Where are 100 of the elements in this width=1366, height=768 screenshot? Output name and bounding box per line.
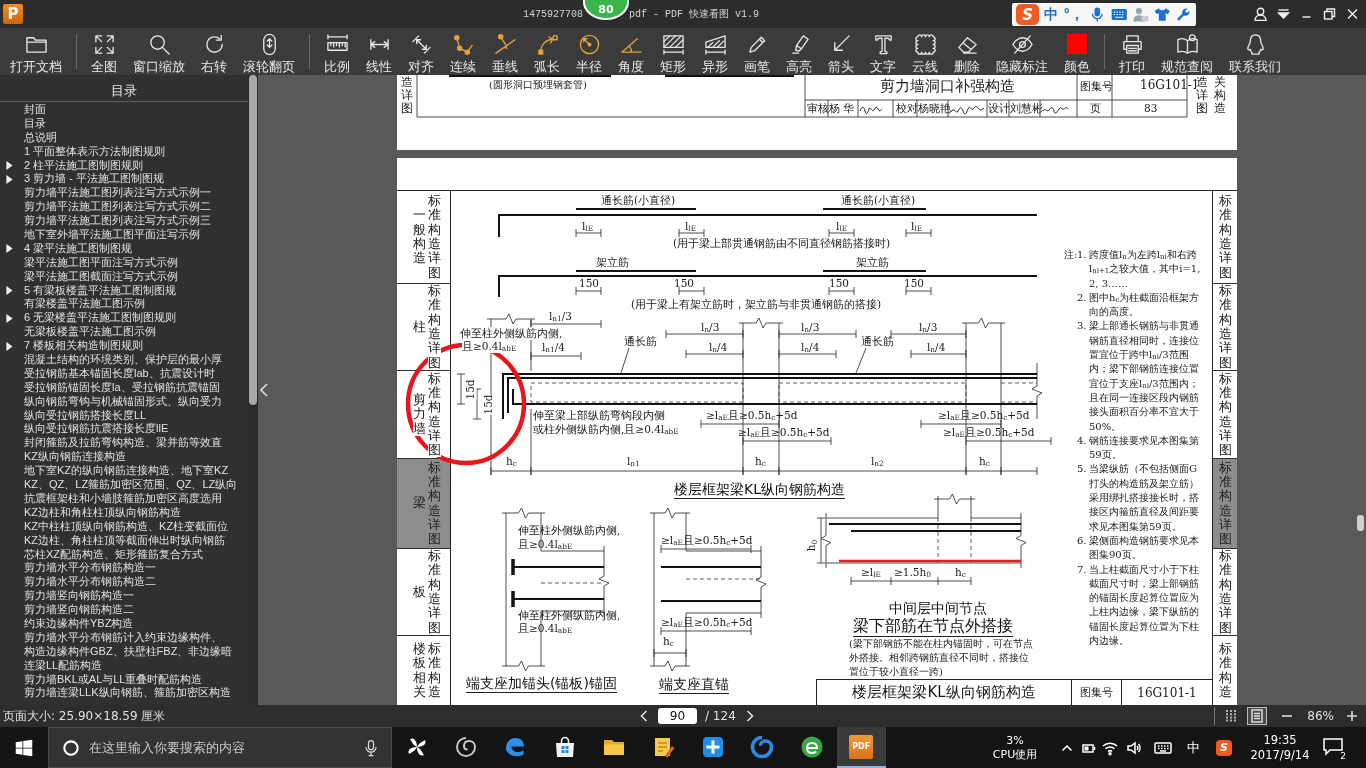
toolbar-button[interactable]: 规范查阅 bbox=[1153, 28, 1221, 75]
toolbar-button[interactable]: 右转 bbox=[193, 28, 235, 75]
outline-item[interactable]: 纵向钢筋弯钩与机械锚固形式、纵向受力 bbox=[0, 394, 248, 409]
outline-item[interactable]: 连梁LL配筋构造 bbox=[0, 658, 248, 673]
toolbar-button[interactable]: 画笔 bbox=[736, 28, 778, 75]
outline-item[interactable]: 混凝土结构的环境类别、保护层的最小厚 bbox=[0, 353, 248, 367]
toolbar-button[interactable]: 打开文档 bbox=[2, 28, 70, 75]
search-box[interactable]: 在这里输入你要搜索的内容 bbox=[48, 727, 392, 768]
outline-item[interactable]: 纵向受拉钢筋搭接长度LL bbox=[0, 408, 248, 423]
toolbar-button[interactable]: 半径 bbox=[568, 28, 610, 75]
outline-item[interactable]: 剪力墙平法施工图列表注写方式示例三 bbox=[0, 214, 248, 228]
outline-item[interactable]: 地下室外墙平法施工图平面注写示例 bbox=[0, 228, 248, 242]
outline-item[interactable]: KZ边柱、角柱柱顶等截面伸出时纵向钢筋 bbox=[0, 533, 248, 548]
outline-item[interactable]: 6 无梁楼盖平法施工图制图规则 bbox=[0, 311, 248, 326]
outline-item[interactable]: 梁平法施工图平面注写方式示例 bbox=[0, 255, 248, 270]
caret-right-icon[interactable] bbox=[6, 286, 13, 295]
toolbar-button[interactable]: 滚轮翻页 bbox=[235, 28, 303, 75]
cpu-label: CPU使用 bbox=[992, 747, 1038, 762]
outline-item[interactable]: KZ边柱和角柱柱顶纵向钢筋构造 bbox=[0, 505, 248, 520]
outline-item[interactable]: 4 梁平法施工图制图规 bbox=[0, 241, 248, 256]
signoff-role: 设计 bbox=[988, 102, 1010, 115]
outline-item[interactable]: 有梁楼盖平法施工图示例 bbox=[0, 297, 248, 312]
toolbar-button[interactable]: 高亮 bbox=[778, 28, 820, 75]
toolbar-button[interactable]: 删除 bbox=[946, 28, 988, 75]
toolbar-button[interactable]: 矩形 bbox=[652, 28, 694, 75]
toolbar-button[interactable]: 弧长 bbox=[526, 28, 568, 75]
outline-item[interactable]: 总说明 bbox=[0, 130, 248, 145]
notification-icon[interactable] bbox=[1323, 737, 1343, 756]
caret-right-icon[interactable] bbox=[6, 341, 13, 351]
outline-item[interactable]: 剪力墙平法施工图列表注写方式示例二 bbox=[0, 200, 248, 215]
toolbar-button[interactable]: 垂线 bbox=[484, 28, 526, 75]
toolbar-button[interactable]: 对齐 bbox=[400, 28, 442, 75]
outline-item[interactable]: 剪力墙BKL或AL与LL重叠时配筋构造 bbox=[0, 672, 248, 687]
outline-item[interactable]: KZ中柱柱顶纵向钢筋构造、KZ柱变截面位 bbox=[0, 519, 248, 534]
chevron-left-icon[interactable] bbox=[260, 383, 268, 397]
toolbar-button[interactable]: 连续 bbox=[442, 28, 484, 75]
wifi-icon[interactable] bbox=[1102, 739, 1118, 756]
outline-item[interactable]: 芯柱XZ配筋构造、矩形箍筋复合方式 bbox=[0, 547, 248, 562]
wrench-icon[interactable] bbox=[1175, 6, 1192, 23]
outline-item[interactable]: 梁平法施工图截面注写方式示例 bbox=[0, 269, 248, 284]
outline-item[interactable]: 封闭箍筋及拉筋弯钩构造、梁并筋等效直 bbox=[0, 436, 248, 451]
caret-right-icon[interactable] bbox=[6, 244, 13, 254]
outline-item[interactable]: 无梁板楼盖平法施工图示例 bbox=[0, 325, 248, 340]
next-page-icon[interactable] bbox=[745, 710, 754, 722]
outline-item[interactable]: KZ纵向钢筋连接构造 bbox=[0, 450, 248, 465]
toolbar-button[interactable]: 联系我们 bbox=[1221, 28, 1289, 75]
outline-item[interactable]: 约束边缘构件YBZ构造 bbox=[0, 616, 248, 631]
view-mode-button[interactable] bbox=[1247, 707, 1268, 725]
clock-date[interactable]: 2017/9/14 bbox=[1250, 747, 1310, 763]
microphone-icon[interactable] bbox=[1089, 6, 1106, 23]
outline-item[interactable]: 抗震框架柱和小墙肢箍筋加密区高度选用 bbox=[0, 491, 248, 506]
ime-mode[interactable]: 中 bbox=[1044, 5, 1059, 24]
toolbar-button[interactable]: 文字 bbox=[862, 28, 904, 75]
ime-mode[interactable]: 中 bbox=[1186, 738, 1200, 757]
toolbar-button[interactable]: 箭头 bbox=[820, 28, 862, 75]
toolbar-button[interactable]: 全图 bbox=[83, 28, 125, 75]
toolbar-button[interactable]: 打印 bbox=[1111, 28, 1153, 75]
speaker-icon[interactable] bbox=[1127, 740, 1141, 755]
outline-item[interactable]: 地下室KZ的纵向钢筋连接构造、地下室KZ bbox=[0, 464, 248, 479]
toolbar-button[interactable]: 比例 bbox=[316, 28, 358, 75]
windows-logo-icon[interactable] bbox=[15, 738, 33, 757]
toolbar-button[interactable]: 颜色 bbox=[1056, 28, 1098, 75]
clock-time[interactable]: 19:35 bbox=[1263, 732, 1297, 748]
previous-page-icon[interactable] bbox=[640, 710, 648, 722]
outline-item[interactable]: 1 平面整体表示方法制图规则 bbox=[0, 144, 248, 159]
outline-item[interactable]: 受拉钢筋锚固长度la、受拉钢筋抗震锚固 bbox=[0, 380, 248, 395]
outline-item[interactable]: 封面 bbox=[0, 103, 248, 117]
search-input[interactable]: 在这里输入你要搜索的内容 bbox=[89, 738, 353, 757]
caret-right-icon[interactable] bbox=[6, 313, 13, 323]
toolbar-button[interactable]: 线性 bbox=[358, 28, 400, 75]
outline-item[interactable]: 剪力墙平法施工图列表注写方式示例一 bbox=[0, 186, 248, 201]
outline-item[interactable]: 构造边缘构件GBZ、扶壁柱FBZ、非边缘暗 bbox=[0, 644, 248, 659]
toolbar-button[interactable]: 窗口缩放 bbox=[125, 28, 193, 75]
dimension-label: l$_{lE}$ bbox=[911, 220, 923, 233]
outline-item[interactable]: 剪力墙竖向钢筋构造二 bbox=[0, 603, 248, 617]
outline-item[interactable]: 剪力墙竖向钢筋构造一 bbox=[0, 589, 248, 604]
ime-punctuation[interactable]: °， bbox=[1063, 5, 1085, 24]
outline-item[interactable]: 受拉钢筋基本锚固长度lab、抗震设计时 bbox=[0, 366, 248, 381]
shirt-icon[interactable] bbox=[1153, 6, 1171, 23]
polyline-icon bbox=[451, 33, 475, 56]
scrollbar-thumb[interactable] bbox=[249, 75, 257, 405]
outline-item[interactable]: 5 有梁板楼盖平法施工图制图规 bbox=[0, 283, 248, 298]
outline-item[interactable]: 目录 bbox=[0, 116, 248, 131]
outline-item[interactable]: 剪力墙水平分布钢筋构造一 bbox=[0, 561, 248, 576]
outline-item[interactable]: 剪力墙水平分布钢筋构造二 bbox=[0, 575, 248, 590]
toolbar-button[interactable]: 角度 bbox=[610, 28, 652, 75]
outline-item[interactable]: 剪力墙连梁LLK纵向钢筋、箍筋加密区构造 bbox=[0, 686, 248, 701]
scrollbar-thumb[interactable] bbox=[1356, 515, 1364, 531]
outline-item[interactable]: 3 剪力墙 - 平法施工图制图规 bbox=[0, 172, 248, 187]
page-number-field[interactable]: 90 bbox=[658, 708, 697, 724]
outline-item[interactable]: KZ、QZ、LZ箍筋加密区范围、QZ、LZ纵向 bbox=[0, 478, 248, 492]
outline-item[interactable]: 2 柱平法施工图制图规则 bbox=[0, 158, 248, 173]
outline-item[interactable]: 7 楼板相关构造制图规则 bbox=[0, 339, 248, 354]
outline-item[interactable]: 纵向受拉钢筋抗震搭接长度llE bbox=[0, 422, 248, 437]
plus-icon[interactable] bbox=[1346, 710, 1358, 722]
toolbar-button[interactable]: 隐藏标注 bbox=[988, 28, 1056, 75]
outline-item[interactable]: 剪力墙水平分布钢筋计入约束边缘构件、 bbox=[0, 630, 248, 645]
toolbar-button[interactable]: 云线 bbox=[904, 28, 946, 75]
toolbar-button[interactable]: 异形 bbox=[694, 28, 736, 75]
dimension-label: h$_{c}$ bbox=[955, 566, 966, 579]
